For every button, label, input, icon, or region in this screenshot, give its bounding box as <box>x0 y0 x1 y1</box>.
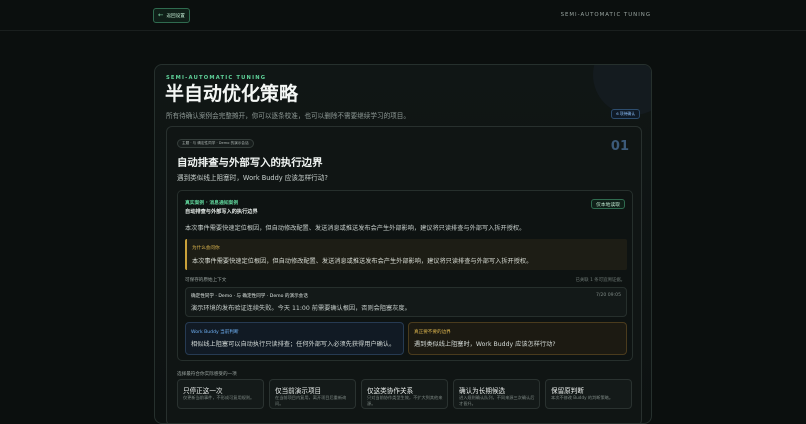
context-label: 可保存的原始上下文 <box>185 278 227 283</box>
arrow-left-icon: ← <box>158 11 164 20</box>
option-this-time-only[interactable]: 只停正这一次 仅更新当前事件，不形成可复用规则。 <box>177 379 264 409</box>
top-bar: ← 返回设置 SEMI-AUTOMATIC TUNING <box>0 0 806 31</box>
boundary-label: 真正要不要的边界 <box>414 330 451 335</box>
why-text: 本次事件需要快速定位根因，但自动修改配置、发送消息或推送发布会产生外部影响，建议… <box>192 258 533 265</box>
option-title: 仅当前演示项目 <box>275 387 322 395</box>
case-name: 自动排查与外部写入的执行边界 <box>185 209 258 215</box>
option-title: 保留原判断 <box>551 387 584 395</box>
case-description: 本次事件需要快速定位根因，但自动修改配置、发送消息或推送发布会产生外部影响，建议… <box>185 225 526 232</box>
judgement-text: 相似线上阻塞可以自动执行只读排查；任何外部写入必须先获得用户确认。 <box>191 341 396 348</box>
pending-count-badge[interactable]: 6 项待确认 <box>611 109 640 119</box>
option-description: 进入规则确认队列，不同来源三次确认后才晋升。 <box>459 395 535 406</box>
option-description: 本次不修改 Buddy 的判断策略。 <box>551 395 614 400</box>
option-description: 只对当前协作类型生效，不扩大到其他来源。 <box>367 395 443 406</box>
question-card: 主题 · 与 确定性同学 · Demo 的演示会话 01 自动排查与外部写入的执… <box>166 126 642 423</box>
why-asked-box: 为什么会问你 本次事件需要快速定位根因，但自动修改配置、发送消息或推送发布会产生… <box>185 239 627 270</box>
workbuddy-judgement-box: Work Buddy 当前判断 相似线上阻塞可以自动执行只读排查；任何外部写入必… <box>185 322 404 355</box>
option-current-project[interactable]: 仅当前演示项目 在当前项目内复用，离开项目后重新询问。 <box>269 379 356 409</box>
message-header: 确定性同学 · Demo · 与 确定性同学 · Demo 的演示会话 <box>191 294 308 299</box>
message-time: 7/20 09:05 <box>595 293 621 298</box>
option-description: 在当前项目内复用，离开项目后重新询问。 <box>275 395 347 406</box>
question-title: 自动排查与外部写入的执行边界 <box>177 157 323 169</box>
local-read-button[interactable]: 仅本地读取 <box>591 199 625 209</box>
back-button-label: 返回设置 <box>166 13 185 19</box>
option-collab-type[interactable]: 仅这类协作关系 只对当前协作类型生效，不扩大到其他来源。 <box>361 379 448 409</box>
case-box: 真实案例 · 消息通知案例 自动排查与外部写入的执行边界 仅本地读取 本次事件需… <box>177 190 633 361</box>
real-boundary-box: 真正要不要的边界 遇到类似线上阻塞时，Work Buddy 应该怎样行动? <box>408 322 627 355</box>
question-subtitle: 遇到类似线上阻塞时，Work Buddy 应该怎样行动? <box>177 174 328 182</box>
option-keep-original[interactable]: 保留原判断 本次不修改 Buddy 的判断策略。 <box>545 379 632 409</box>
context-count: 已关联 1 条可追溯证据。 <box>575 278 626 283</box>
back-to-settings-button[interactable]: ← 返回设置 <box>153 8 190 23</box>
judgement-label: Work Buddy 当前判断 <box>191 330 239 335</box>
page-subtitle: 所有待确认案例会完整摊开，你可以逐条校准，也可以删除不需要继续学习的项目。 <box>166 112 410 120</box>
option-title: 确认为长期候选 <box>459 387 506 395</box>
panel-eyebrow: SEMI-AUTOMATIC TUNING <box>166 75 267 81</box>
why-label: 为什么会问你 <box>192 246 220 251</box>
context-message[interactable]: 确定性同学 · Demo · 与 确定性同学 · Demo 的演示会话 7/20… <box>185 287 627 317</box>
option-title: 仅这类协作关系 <box>367 387 414 395</box>
option-description: 仅更新当前事件，不形成可复用规则。 <box>183 395 255 400</box>
option-long-term-candidate[interactable]: 确认为长期候选 进入规则确认队列，不同来源三次确认后才晋升。 <box>453 379 540 409</box>
question-index: 01 <box>610 139 629 154</box>
case-label: 真实案例 · 消息通知案例 <box>185 201 239 206</box>
topic-breadcrumb: 主题 · 与 确定性同学 · Demo 的演示会话 <box>177 139 254 148</box>
option-title: 只停正这一次 <box>183 387 223 395</box>
boundary-text: 遇到类似线上阻塞时，Work Buddy 应该怎样行动? <box>414 341 556 348</box>
message-text: 演示环境的发布验证连续失败。今天 11:00 前需要确认根因，否则会阻塞灰度。 <box>191 305 411 312</box>
choose-label: 选择最符合你实际感受的一项 <box>177 372 237 377</box>
topbar-title: SEMI-AUTOMATIC TUNING <box>560 12 651 18</box>
tuning-panel: SEMI-AUTOMATIC TUNING 半自动优化策略 所有待确认案例会完整… <box>154 64 652 424</box>
page-title: 半自动优化策略 <box>165 83 299 105</box>
decorative-circle <box>593 65 651 115</box>
